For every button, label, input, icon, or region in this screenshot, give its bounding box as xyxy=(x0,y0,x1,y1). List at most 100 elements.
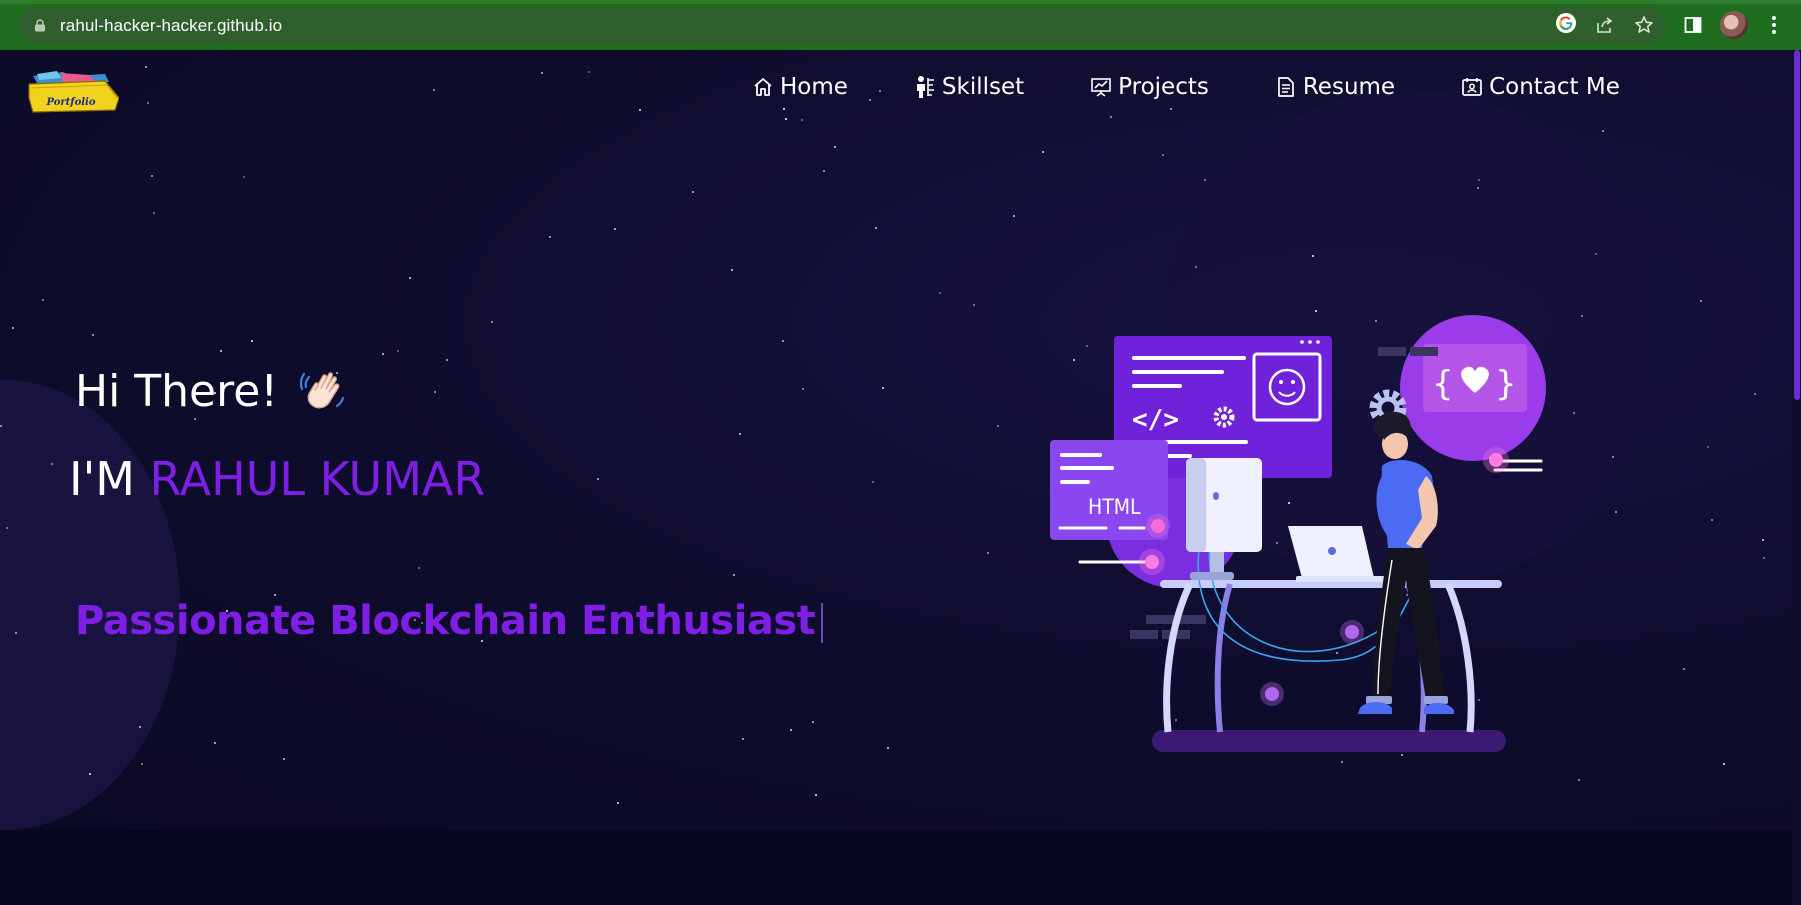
intro-heading: I'M RAHUL KUMAR xyxy=(69,452,485,506)
star-dot xyxy=(617,802,619,804)
svg-text:}: } xyxy=(1495,364,1517,404)
star-dot xyxy=(692,191,694,193)
profile-avatar[interactable] xyxy=(1720,11,1748,39)
svg-text:</>: </> xyxy=(1132,405,1179,435)
owner-name: RAHUL KUMAR xyxy=(149,452,486,506)
typing-cursor xyxy=(821,603,824,643)
star-dot xyxy=(812,721,814,723)
star-dot xyxy=(12,327,14,329)
star-dot xyxy=(997,425,999,427)
star-dot xyxy=(1578,779,1580,781)
side-panel-icon[interactable] xyxy=(1680,12,1706,38)
nav-contact[interactable]: Contact Me xyxy=(1461,74,1620,100)
star-dot xyxy=(1602,130,1604,132)
star-dot xyxy=(92,334,94,336)
greeting: Hi There! xyxy=(75,366,352,417)
star-dot xyxy=(739,433,741,435)
google-icon[interactable] xyxy=(1553,10,1579,36)
star-dot xyxy=(6,527,8,529)
star-dot xyxy=(1683,668,1685,670)
portfolio-logo[interactable]: Portfolio xyxy=(27,68,119,113)
skillset-icon xyxy=(916,76,934,98)
address-bar[interactable]: rahul-hacker-hacker.github.io xyxy=(18,7,1666,44)
star-dot xyxy=(251,340,253,342)
star-dot xyxy=(639,109,641,111)
star-dot xyxy=(1042,151,1044,153)
svg-text:HTML: HTML xyxy=(1088,495,1141,519)
star-dot xyxy=(434,391,436,393)
star-dot xyxy=(151,175,153,177)
nav-projects[interactable]: Projects xyxy=(1090,74,1209,100)
star-dot xyxy=(733,574,735,576)
star-dot xyxy=(823,170,825,172)
developer-illustration: </> HTML { } xyxy=(1050,315,1546,752)
star-dot xyxy=(382,353,384,355)
next-section-band xyxy=(0,830,1801,905)
star-dot xyxy=(1478,179,1480,181)
star-dot xyxy=(742,738,744,740)
star-dot xyxy=(147,102,149,104)
star-dot xyxy=(145,66,147,68)
browser-toolbar: rahul-hacker-hacker.github.io xyxy=(0,0,1801,50)
star-dot xyxy=(815,794,817,796)
star-dot xyxy=(51,463,53,465)
star-dot xyxy=(194,418,196,420)
home-icon xyxy=(754,78,772,96)
star-dot xyxy=(418,567,420,569)
star-dot xyxy=(1195,266,1197,268)
url-text[interactable]: rahul-hacker-hacker.github.io xyxy=(60,16,282,36)
star-dot xyxy=(1711,519,1713,521)
star-dot xyxy=(1707,446,1709,448)
star-dot xyxy=(433,89,435,91)
star-dot xyxy=(1595,253,1597,255)
nav-resume-label: Resume xyxy=(1302,74,1396,100)
share-icon[interactable] xyxy=(1592,12,1618,38)
star-dot xyxy=(541,72,543,74)
tagline-text: Passionate Blockchain Enthusiast xyxy=(75,598,816,644)
star-dot xyxy=(220,350,222,352)
star-dot xyxy=(1477,187,1479,189)
star-dot xyxy=(1763,557,1765,559)
star-dot xyxy=(153,212,155,214)
star-dot xyxy=(802,388,804,390)
star-dot xyxy=(588,71,590,73)
bookmark-star-icon[interactable] xyxy=(1631,12,1657,38)
star-dot xyxy=(1170,108,1172,110)
star-dot xyxy=(446,359,448,361)
star-dot xyxy=(1581,315,1583,317)
nav-home[interactable]: Home xyxy=(752,74,848,100)
projects-icon xyxy=(1091,78,1111,97)
star-dot xyxy=(973,304,975,306)
star-dot xyxy=(1700,300,1702,302)
kebab-menu-icon[interactable] xyxy=(1761,12,1787,38)
portfolio-page: Portfolio Home Skillset Projects Resume … xyxy=(0,50,1801,905)
contact-icon xyxy=(1462,78,1482,96)
scrollbar-thumb[interactable] xyxy=(1794,50,1800,400)
star-dot xyxy=(1162,154,1164,156)
star-dot xyxy=(1341,761,1343,763)
star-dot xyxy=(214,742,216,744)
nav-skillset[interactable]: Skillset xyxy=(914,74,1024,100)
star-dot xyxy=(491,321,493,323)
nav-resume[interactable]: Resume xyxy=(1275,74,1395,100)
star-dot xyxy=(42,299,44,301)
star-dot xyxy=(1762,539,1764,541)
star-dot xyxy=(887,747,889,749)
nav-home-label: Home xyxy=(780,74,848,100)
star-dot xyxy=(614,228,616,230)
star-dot xyxy=(0,425,2,427)
star-dot xyxy=(731,269,733,271)
nav-projects-label: Projects xyxy=(1118,74,1209,100)
star-dot xyxy=(875,227,877,229)
star-dot xyxy=(834,146,836,148)
tab-strip xyxy=(0,0,1801,4)
star-dot xyxy=(1204,179,1206,181)
star-dot xyxy=(790,729,792,731)
svg-text:Portfolio: Portfolio xyxy=(45,97,95,108)
resume-icon xyxy=(1278,77,1294,97)
star-dot xyxy=(939,292,941,294)
star-dot xyxy=(89,773,91,775)
star-dot xyxy=(1615,511,1617,513)
main-nav: Home Skillset Projects Resume Contact Me xyxy=(752,74,1620,100)
star-dot xyxy=(397,350,399,352)
